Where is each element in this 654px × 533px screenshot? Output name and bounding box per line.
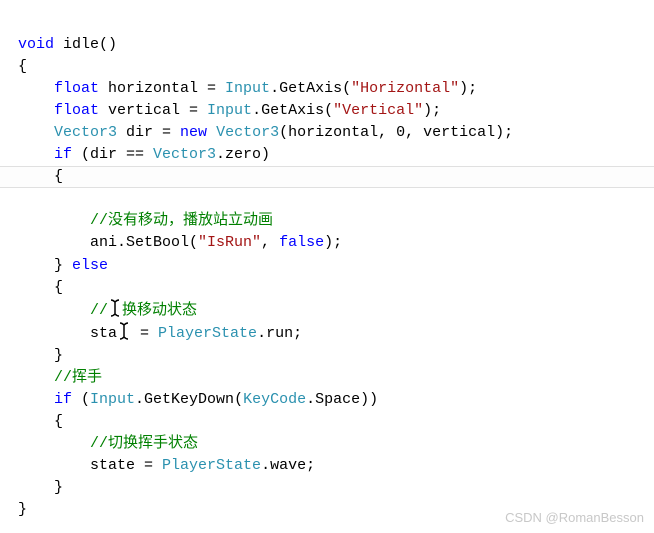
code-text: } (18, 257, 72, 274)
keyword-float: float (18, 80, 99, 97)
code-line: } (18, 479, 63, 496)
comment: //没有移动，播放站立动画 (18, 212, 273, 229)
code-text: ( (72, 391, 90, 408)
code-line: //没有移动，播放站立动画 (18, 212, 273, 229)
code-line: } else (18, 257, 108, 274)
type-vector3: Vector3 (216, 124, 279, 141)
code-line: if (Input.GetKeyDown(KeyCode.Space)) (18, 391, 378, 408)
code-text: .GetAxis( (252, 102, 333, 119)
code-line: { (18, 279, 63, 296)
code-line-highlighted: { (0, 166, 654, 188)
comment: // 换移动状态 (18, 302, 197, 319)
code-text: horizontal = (99, 80, 225, 97)
code-text: state = (18, 457, 162, 474)
text-cursor-icon (108, 299, 122, 317)
string-literal: "Vertical" (333, 102, 423, 119)
keyword-float: float (18, 102, 99, 119)
code-text: .zero) (216, 146, 270, 163)
string-literal: "IsRun" (198, 234, 261, 251)
code-line: sta = PlayerState.run; (18, 325, 302, 342)
string-literal: "Horizontal" (351, 80, 459, 97)
enum-playerstate: PlayerState (162, 457, 261, 474)
code-line: { (18, 413, 63, 430)
enum-keycode: KeyCode (243, 391, 306, 408)
code-text: dir = (117, 124, 180, 141)
keyword-false: false (279, 234, 324, 251)
type-input: Input (225, 80, 270, 97)
keyword-if: if (18, 146, 72, 163)
type-vector3: Vector3 (18, 124, 117, 141)
type-input: Input (207, 102, 252, 119)
code-line: //切换挥手状态 (18, 435, 198, 452)
code-line: Vector3 dir = new Vector3(horizontal, 0,… (18, 124, 513, 141)
code-line: float horizontal = Input.GetAxis("Horizo… (18, 80, 477, 97)
code-text: .run; (257, 325, 302, 342)
code-text: ); (459, 80, 477, 97)
enum-playerstate: PlayerState (158, 325, 257, 342)
comment: //切换挥手状态 (18, 435, 198, 452)
code-line: { (18, 58, 27, 75)
keyword-new: new (180, 124, 207, 141)
method-name: idle() (54, 36, 117, 53)
code-text: , (261, 234, 279, 251)
code-text: sta (18, 325, 117, 342)
code-text (207, 124, 216, 141)
comment-prefix: // (18, 302, 108, 319)
code-line: //挥手 (18, 369, 102, 386)
comment-suffix: 换移动状态 (122, 302, 197, 319)
keyword-void: void (18, 36, 54, 53)
code-text: ); (324, 234, 342, 251)
code-line: if (dir == Vector3.zero) (18, 146, 270, 163)
keyword-if: if (18, 391, 72, 408)
code-line: float vertical = Input.GetAxis("Vertical… (18, 102, 441, 119)
comment: //挥手 (18, 369, 102, 386)
code-block: void idle() { float horizontal = Input.G… (18, 12, 654, 521)
code-line: } (18, 501, 27, 518)
code-text: .wave; (261, 457, 315, 474)
code-line: state = PlayerState.wave; (18, 457, 315, 474)
text-cursor-icon (117, 322, 131, 340)
code-text: (horizontal, 0, vertical); (279, 124, 513, 141)
code-text: .Space)) (306, 391, 378, 408)
keyword-else: else (72, 257, 108, 274)
code-text: ); (423, 102, 441, 119)
code-line: void idle() (18, 36, 117, 53)
code-text: .GetKeyDown( (135, 391, 243, 408)
code-text: ani.SetBool( (18, 234, 198, 251)
code-line: // 换移动状态 (18, 302, 197, 319)
code-line: ani.SetBool("IsRun", false); (18, 234, 342, 251)
code-line: } (18, 347, 63, 364)
code-text: .GetAxis( (270, 80, 351, 97)
code-text: (dir == (72, 146, 153, 163)
watermark: CSDN @RomanBesson (505, 508, 644, 527)
type-vector3: Vector3 (153, 146, 216, 163)
type-input: Input (90, 391, 135, 408)
code-text: = (131, 325, 158, 342)
code-text: vertical = (99, 102, 207, 119)
